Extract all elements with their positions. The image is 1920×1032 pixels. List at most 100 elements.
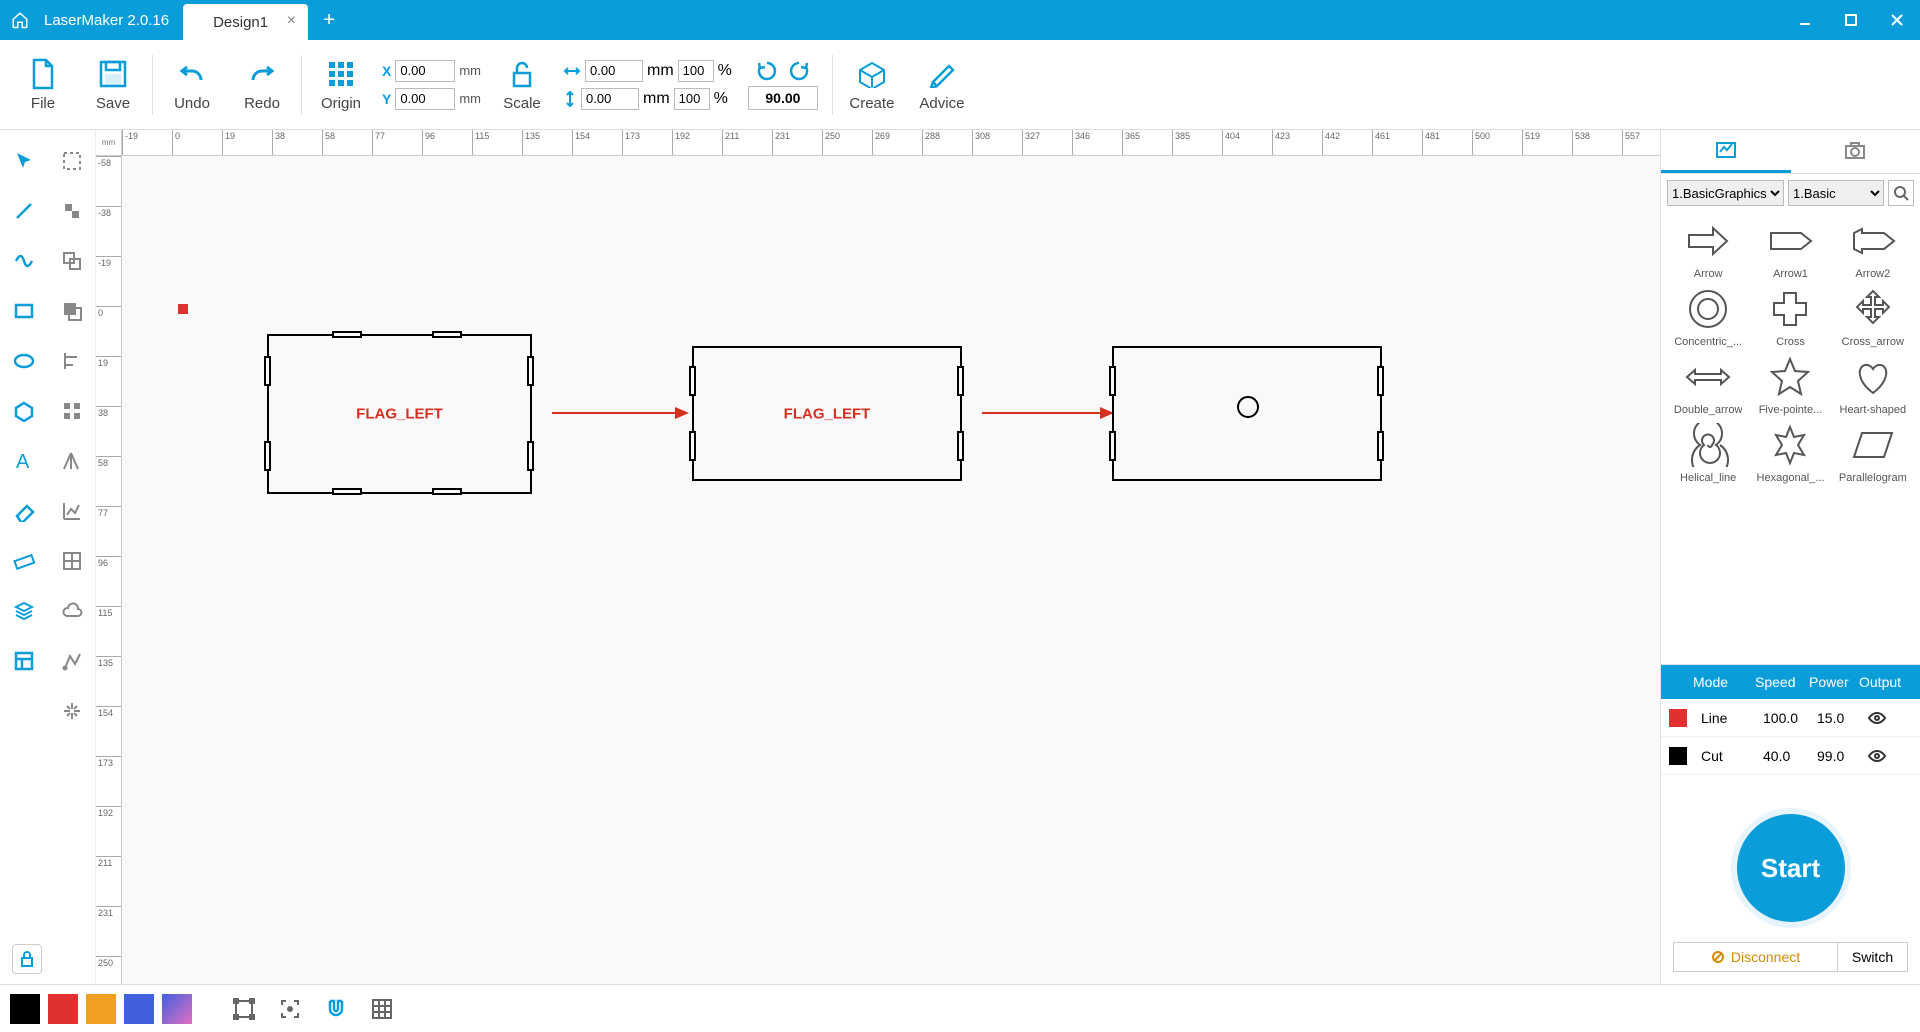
shape-dblarrow[interactable]: Double_arrow xyxy=(1669,352,1747,416)
width-pct-input[interactable] xyxy=(678,60,714,82)
mirror-tool[interactable] xyxy=(48,436,96,486)
cloud-tool[interactable] xyxy=(48,586,96,636)
tab-design1[interactable]: Design1 × xyxy=(183,4,308,40)
height-input[interactable] xyxy=(581,88,639,110)
curve-tool[interactable] xyxy=(0,236,48,286)
disconnect-status[interactable]: Disconnect xyxy=(1674,943,1837,971)
create-button[interactable]: Create xyxy=(837,45,907,125)
rect-tool[interactable] xyxy=(0,286,48,336)
layout-tool[interactable] xyxy=(0,636,48,686)
rotate-ccw-icon[interactable] xyxy=(756,60,778,82)
lock-toggle[interactable] xyxy=(12,944,42,974)
grid-tool[interactable] xyxy=(48,536,96,586)
layer-row-1[interactable]: Cut40.099.0 xyxy=(1661,737,1920,775)
select-tool[interactable] xyxy=(0,136,48,186)
shape-crossarr[interactable]: Cross_arrow xyxy=(1834,284,1912,348)
bb-magnet[interactable] xyxy=(318,991,354,1027)
box-flag-left-1[interactable]: FLAG_LEFT xyxy=(267,334,532,494)
close-button[interactable] xyxy=(1874,0,1920,40)
tab-shapes[interactable] xyxy=(1661,130,1791,173)
shape-label: Cross xyxy=(1776,336,1805,348)
shape-hexstar[interactable]: Hexagonal_... xyxy=(1751,420,1829,484)
rotate-angle-input[interactable] xyxy=(748,86,818,110)
spark-tool[interactable] xyxy=(48,686,96,736)
arrow-icon xyxy=(1678,216,1738,266)
rotate-cw-icon[interactable] xyxy=(788,60,810,82)
maximize-button[interactable] xyxy=(1828,0,1874,40)
start-label: Start xyxy=(1761,853,1820,884)
shape-subcategory-select[interactable]: 1.Basic xyxy=(1788,180,1884,206)
ruler-tool[interactable] xyxy=(0,536,48,586)
notch xyxy=(689,366,696,396)
shape-star[interactable]: Five-pointe... xyxy=(1751,352,1829,416)
x-label: X xyxy=(382,63,391,79)
layer-visibility-icon[interactable] xyxy=(1861,749,1901,763)
path-tool[interactable] xyxy=(48,636,96,686)
shape-heart[interactable]: Heart-shaped xyxy=(1834,352,1912,416)
layer-mode: Cut xyxy=(1695,748,1757,764)
text-tool[interactable]: A xyxy=(0,436,48,486)
bb-bounds[interactable] xyxy=(226,991,262,1027)
align-tool[interactable] xyxy=(48,336,96,386)
shape-para[interactable]: Parallelogram xyxy=(1834,420,1912,484)
color-swatch-1[interactable] xyxy=(48,994,78,1024)
minimize-button[interactable] xyxy=(1782,0,1828,40)
tab-add-button[interactable]: + xyxy=(314,9,344,32)
shape-arrow[interactable]: Arrow xyxy=(1669,216,1747,280)
width-input[interactable] xyxy=(585,60,643,82)
graph-tool[interactable] xyxy=(48,486,96,536)
x-input[interactable] xyxy=(395,60,455,82)
object-tool[interactable] xyxy=(48,236,96,286)
right-panel: 1.BasicGraphics 1.Basic Arrow Arrow1 Arrow… xyxy=(1660,130,1920,984)
color-swatch-3[interactable] xyxy=(124,994,154,1024)
shape-cross[interactable]: Cross xyxy=(1751,284,1829,348)
layer-row-0[interactable]: Line100.015.0 xyxy=(1661,699,1920,737)
shape-helical[interactable]: Helical_line xyxy=(1669,420,1747,484)
bb-grid[interactable] xyxy=(364,991,400,1027)
canvas[interactable]: FLAG_LEFT FLAG_LEFT xyxy=(122,156,1660,984)
shape-arrow2[interactable]: Arrow2 xyxy=(1834,216,1912,280)
height-pct-input[interactable] xyxy=(674,88,710,110)
file-button[interactable]: File xyxy=(8,45,78,125)
canvas-area: mm -190193858779611513515417319221123125… xyxy=(96,130,1660,984)
tab-camera[interactable] xyxy=(1791,130,1920,173)
advice-button[interactable]: Advice xyxy=(907,45,977,125)
redo-button[interactable]: Redo xyxy=(227,45,297,125)
shape-fill-tool[interactable] xyxy=(48,186,96,236)
marquee-tool[interactable] xyxy=(48,136,96,186)
line-tool[interactable] xyxy=(0,186,48,236)
scale-button[interactable]: Scale xyxy=(487,45,557,125)
shape-label: Arrow1 xyxy=(1773,268,1808,280)
dblarrow-icon xyxy=(1678,352,1738,402)
eraser-tool[interactable] xyxy=(0,486,48,536)
color-swatch-2[interactable] xyxy=(86,994,116,1024)
bb-focus[interactable] xyxy=(272,991,308,1027)
shape-arrow1[interactable]: Arrow1 xyxy=(1751,216,1829,280)
start-button[interactable]: Start xyxy=(1731,808,1851,928)
switch-button[interactable]: Switch xyxy=(1837,943,1907,971)
layers-tool[interactable] xyxy=(0,586,48,636)
color-swatch-4[interactable] xyxy=(162,994,192,1024)
ellipse-tool[interactable] xyxy=(0,336,48,386)
arrow-2 xyxy=(982,412,1112,414)
tab-close-icon[interactable]: × xyxy=(287,12,296,30)
undo-button[interactable]: Undo xyxy=(157,45,227,125)
lh-power: Power xyxy=(1803,674,1853,690)
scale-label: Scale xyxy=(503,95,541,112)
save-icon xyxy=(96,57,130,91)
save-button[interactable]: Save xyxy=(78,45,148,125)
shape-search-button[interactable] xyxy=(1888,180,1914,206)
shape-concentric[interactable]: Concentric_... xyxy=(1669,284,1747,348)
origin-button[interactable]: Origin xyxy=(306,45,376,125)
shape-category-select[interactable]: 1.BasicGraphics xyxy=(1667,180,1784,206)
layer-power: 15.0 xyxy=(1811,710,1861,726)
array-tool[interactable] xyxy=(48,386,96,436)
polygon-tool[interactable] xyxy=(0,386,48,436)
home-button[interactable] xyxy=(0,0,40,40)
y-input[interactable] xyxy=(395,88,455,110)
notch xyxy=(432,331,462,338)
box-flag-left-2[interactable]: FLAG_LEFT xyxy=(692,346,962,481)
color-swatch-0[interactable] xyxy=(10,994,40,1024)
layer-visibility-icon[interactable] xyxy=(1861,711,1901,725)
union-tool[interactable] xyxy=(48,286,96,336)
